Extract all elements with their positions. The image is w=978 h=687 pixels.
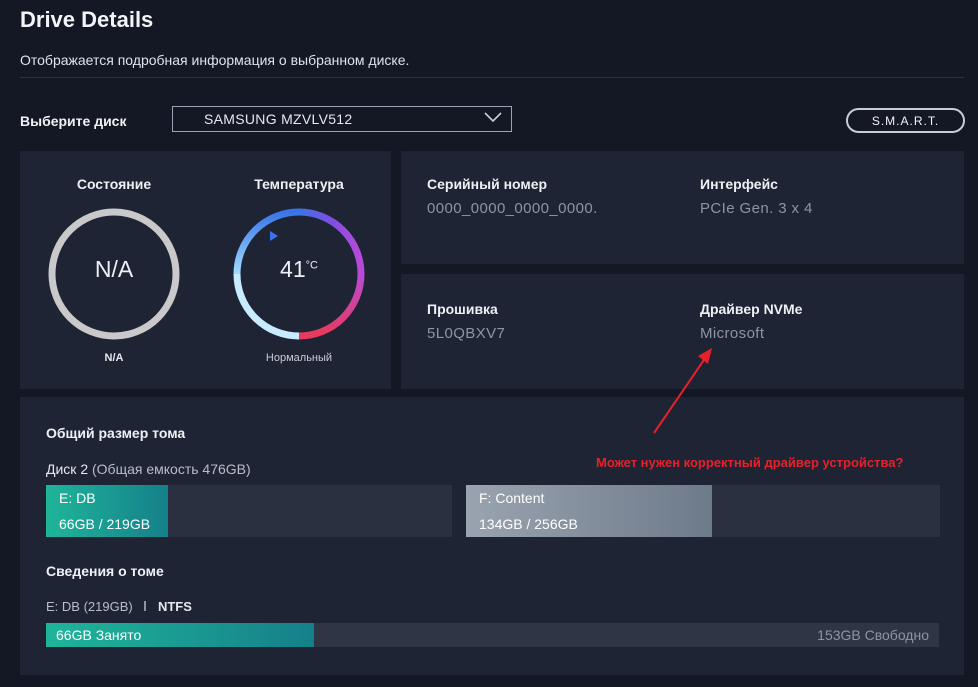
disk-select-value: SAMSUNG MZVLV512 [204,111,353,127]
volume-info-separator [144,601,147,611]
volume-panel: Общий размер тома Диск 2 (Общая емкость … [20,397,964,675]
temperature-value-row: 41°C [230,256,368,283]
status-title: Состояние [76,176,152,192]
volume-filesystem: NTFS [157,599,192,614]
temperature-unit: °C [305,259,318,272]
interface-label: Интерфейс [700,176,778,192]
page-subtitle: Отображается подробная информация о выбр… [20,52,410,68]
volume-name: E: DB (219GB) [46,599,133,614]
health-panel: Состояние N/A N/A Температура 41°C Норма… [20,151,391,389]
serial-value: 0000_0000_0000_0000. [427,200,598,217]
partition-f-usage: 134GB / 256GB [479,516,578,532]
temperature-title: Температура [254,176,344,192]
page-title: Drive Details [20,7,154,32]
serial-panel: Серийный номер 0000_0000_0000_0000. Инте… [401,151,964,264]
volume-free-label: 153GB Свободно [817,627,929,643]
firmware-value: 5L0QBXV7 [427,325,506,342]
status-caption: N/A [104,352,124,364]
temperature-marker [270,231,278,241]
volume-section-title: Общий размер тома [46,425,186,441]
partition-e-name: E: DB [59,490,96,506]
annotation-arrow [653,348,712,434]
temperature-value: 41 [280,256,306,282]
volume-info-title: Сведения о томе [46,563,164,579]
partition-f-name: F: Content [479,490,545,506]
volume-used-label: 66GB Занято [56,627,142,643]
header-divider [20,77,964,78]
partition-e-bar[interactable]: E: DB 66GB / 219GB [46,485,452,537]
disk-capacity: (Общая емкость 476GB) [92,461,251,477]
driver-label: Драйвер NVMe [700,301,803,317]
partition-f-bar[interactable]: F: Content 134GB / 256GB [466,485,940,537]
serial-label: Серийный номер [427,176,548,192]
disk-name: Диск 2 [46,461,89,477]
volume-info-row: E: DB (219GB) NTFS [46,599,192,614]
smart-button[interactable]: S.M.A.R.T. [846,108,965,133]
disk-select-label: Выберите диск [20,113,127,129]
status-value: N/A [94,256,134,282]
temperature-caption: Нормальный [265,352,333,364]
chevron-down-icon [484,112,502,123]
disk-select-dropdown[interactable]: SAMSUNG MZVLV512 [172,106,512,132]
interface-value: PCIe Gen. 3 x 4 [700,200,813,217]
annotation-text: Может нужен корректный драйвер устройств… [596,455,904,470]
firmware-label: Прошивка [427,301,498,317]
partition-e-usage: 66GB / 219GB [59,516,151,532]
volume-usage-bar: 66GB Занято 153GB Свободно [46,623,939,647]
disk-info-row: Диск 2 (Общая емкость 476GB) [46,461,251,477]
